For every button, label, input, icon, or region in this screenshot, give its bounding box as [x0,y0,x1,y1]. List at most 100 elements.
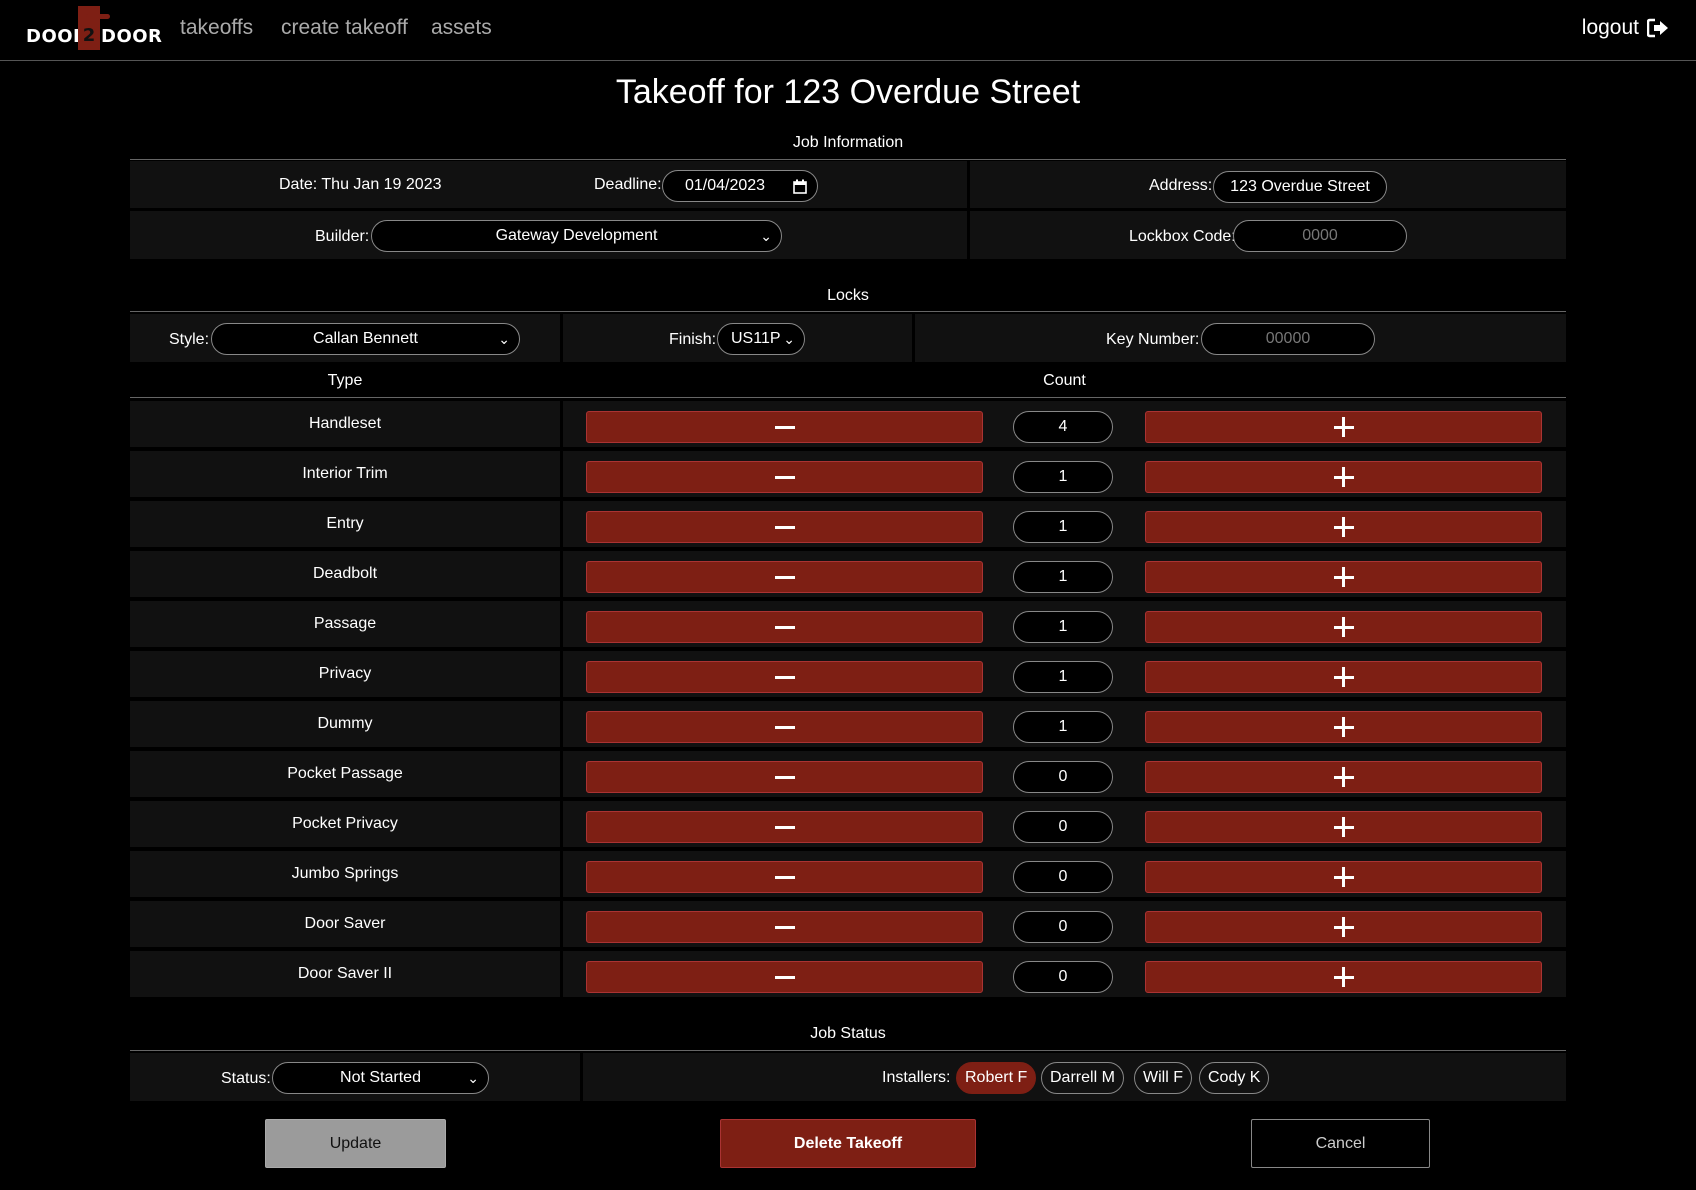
column-header-count: Count [1043,372,1086,389]
page-title: Takeoff for 123 Overdue Street [615,73,1081,111]
increment-button[interactable] [1145,811,1542,843]
key-number-input[interactable]: 00000 [1201,323,1375,355]
minus-icon [774,575,795,579]
nav-link-create-takeoff[interactable]: create takeoff [281,16,408,40]
job-info-row-2-right: Lockbox Code: 0000 [970,211,1566,259]
nav-link-takeoffs[interactable]: takeoffs [180,16,253,40]
minus-icon [774,975,795,979]
lock-type-label: Passage [130,601,560,647]
nav-link-assets[interactable]: assets [431,16,492,40]
calendar-icon[interactable] [793,179,807,194]
increment-button[interactable] [1145,561,1542,593]
chevron-down-icon: ⌄ [783,331,795,347]
lock-type-label: Interior Trim [130,451,560,497]
locks-key-cell: Key Number: 00000 [915,314,1566,362]
increment-button[interactable] [1145,611,1542,643]
count-input[interactable]: 0 [1013,911,1113,943]
update-button[interactable]: Update [265,1119,446,1168]
locks-heading: Locks [827,287,869,304]
decrement-button[interactable] [586,761,983,793]
decrement-button[interactable] [586,861,983,893]
decrement-button[interactable] [586,411,983,443]
address-input[interactable]: 123 Overdue Street [1213,171,1387,203]
delete-takeoff-button[interactable]: Delete Takeoff [720,1119,976,1168]
lock-count-row: 1 [563,501,1566,547]
status-select[interactable]: Not Started ⌄ [272,1062,489,1094]
count-input[interactable]: 0 [1013,811,1113,843]
installers-label: Installers: [882,1069,951,1086]
count-input[interactable]: 0 [1013,861,1113,893]
logout-label: logout [1581,16,1639,39]
job-status-divider [130,1050,1566,1051]
lock-type-label: Pocket Passage [130,751,560,797]
chevron-down-icon: ⌄ [467,1070,479,1086]
logo-text-right: DOOR [101,26,163,47]
increment-button[interactable] [1145,961,1542,993]
lock-type-label: Entry [130,501,560,547]
lock-type-label: Handleset [130,401,560,447]
top-nav: DOOR 2 DOOR takeoffs create takeoff asse… [0,0,1696,61]
chevron-down-icon: ⌄ [498,331,510,347]
count-input[interactable]: 0 [1013,961,1113,993]
decrement-button[interactable] [586,461,983,493]
lock-count-row: 0 [563,801,1566,847]
job-info-row-2-left: Builder: Gateway Development ⌄ [130,211,967,259]
locks-finish-cell: Finish: US11P ⌄ [563,314,912,362]
brand-logo[interactable]: DOOR 2 DOOR [26,6,162,50]
increment-button[interactable] [1145,461,1542,493]
lock-count-row: 1 [563,451,1566,497]
count-input[interactable]: 1 [1013,561,1113,593]
minus-icon [774,725,795,729]
status-cell: Status: Not Started ⌄ [130,1053,580,1101]
increment-button[interactable] [1145,661,1542,693]
installer-chip-robert-f[interactable]: Robert F [956,1062,1037,1094]
count-input[interactable]: 1 [1013,461,1113,493]
lock-count-row: 0 [563,951,1566,997]
finish-label: Finish: [669,331,717,348]
lock-type-label: Door Saver II [130,951,560,997]
date-text: Date: Thu Jan 19 2023 [279,176,442,193]
increment-button[interactable] [1145,411,1542,443]
minus-icon [774,775,795,779]
finish-select[interactable]: US11P ⌄ [717,323,805,355]
deadline-label: Deadline: [594,176,662,193]
deadline-value: 01/04/2023 [685,177,766,194]
count-input[interactable]: 4 [1013,411,1113,443]
decrement-button[interactable] [586,911,983,943]
lock-count-row: 0 [563,901,1566,947]
decrement-button[interactable] [586,961,983,993]
count-input[interactable]: 1 [1013,661,1113,693]
builder-label: Builder: [315,228,370,245]
installer-chip-will-f[interactable]: Will F [1134,1062,1192,1094]
lock-count-row: 1 [563,651,1566,697]
increment-button[interactable] [1145,861,1542,893]
decrement-button[interactable] [586,711,983,743]
count-input[interactable]: 0 [1013,761,1113,793]
decrement-button[interactable] [586,661,983,693]
count-input[interactable]: 1 [1013,511,1113,543]
increment-button[interactable] [1145,761,1542,793]
style-select[interactable]: Callan Bennett ⌄ [211,323,520,355]
increment-button[interactable] [1145,711,1542,743]
decrement-button[interactable] [586,561,983,593]
finish-select-value: US11P [731,330,781,347]
table-header-divider [130,397,1566,398]
decrement-button[interactable] [586,811,983,843]
minus-icon [774,525,795,529]
minus-icon [774,425,795,429]
increment-button[interactable] [1145,511,1542,543]
increment-button[interactable] [1145,911,1542,943]
installer-chip-darrell-m[interactable]: Darrell M [1041,1062,1124,1094]
decrement-button[interactable] [586,611,983,643]
minus-icon [774,625,795,629]
logout-button[interactable]: logout [1582,16,1669,40]
decrement-button[interactable] [586,511,983,543]
builder-select[interactable]: Gateway Development ⌄ [371,220,782,252]
count-input[interactable]: 1 [1013,611,1113,643]
lockbox-input[interactable]: 0000 [1233,220,1407,252]
count-input[interactable]: 1 [1013,711,1113,743]
deadline-date-input[interactable]: 01/04/2023 [662,170,818,202]
installer-chip-cody-k[interactable]: Cody K [1199,1062,1270,1094]
job-info-divider [130,159,1566,160]
cancel-button[interactable]: Cancel [1251,1119,1430,1168]
